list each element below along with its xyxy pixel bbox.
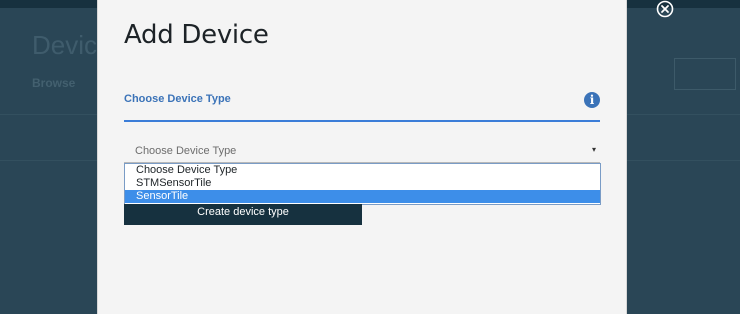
background-page-title: Devic [32,30,98,60]
modal-title: Add Device [124,20,269,50]
select-value: Choose Device Type [135,145,237,157]
close-icon[interactable] [656,0,674,18]
dropdown-option-sensortile[interactable]: SensorTile [125,190,600,203]
background-browse-tab: Browse [32,76,76,90]
dropdown-option-stmsensortile[interactable]: STMSensorTile [125,177,600,190]
background-action-button [674,58,736,90]
create-device-type-button[interactable]: Create device type [124,204,362,225]
chevron-down-icon: ▾ [591,145,596,154]
add-device-modal: Add Device Choose Device Type i Choose D… [97,0,627,314]
section-label: Choose Device Type [124,93,231,105]
info-icon[interactable]: i [584,92,600,108]
device-type-dropdown-list: Choose Device Type STMSensorTile SensorT… [124,163,601,205]
dropdown-option-choose-device-type[interactable]: Choose Device Type [125,164,600,177]
device-type-section-header: Choose Device Type i [124,90,600,122]
device-type-select[interactable]: Choose Device Type ▾ [124,142,600,163]
